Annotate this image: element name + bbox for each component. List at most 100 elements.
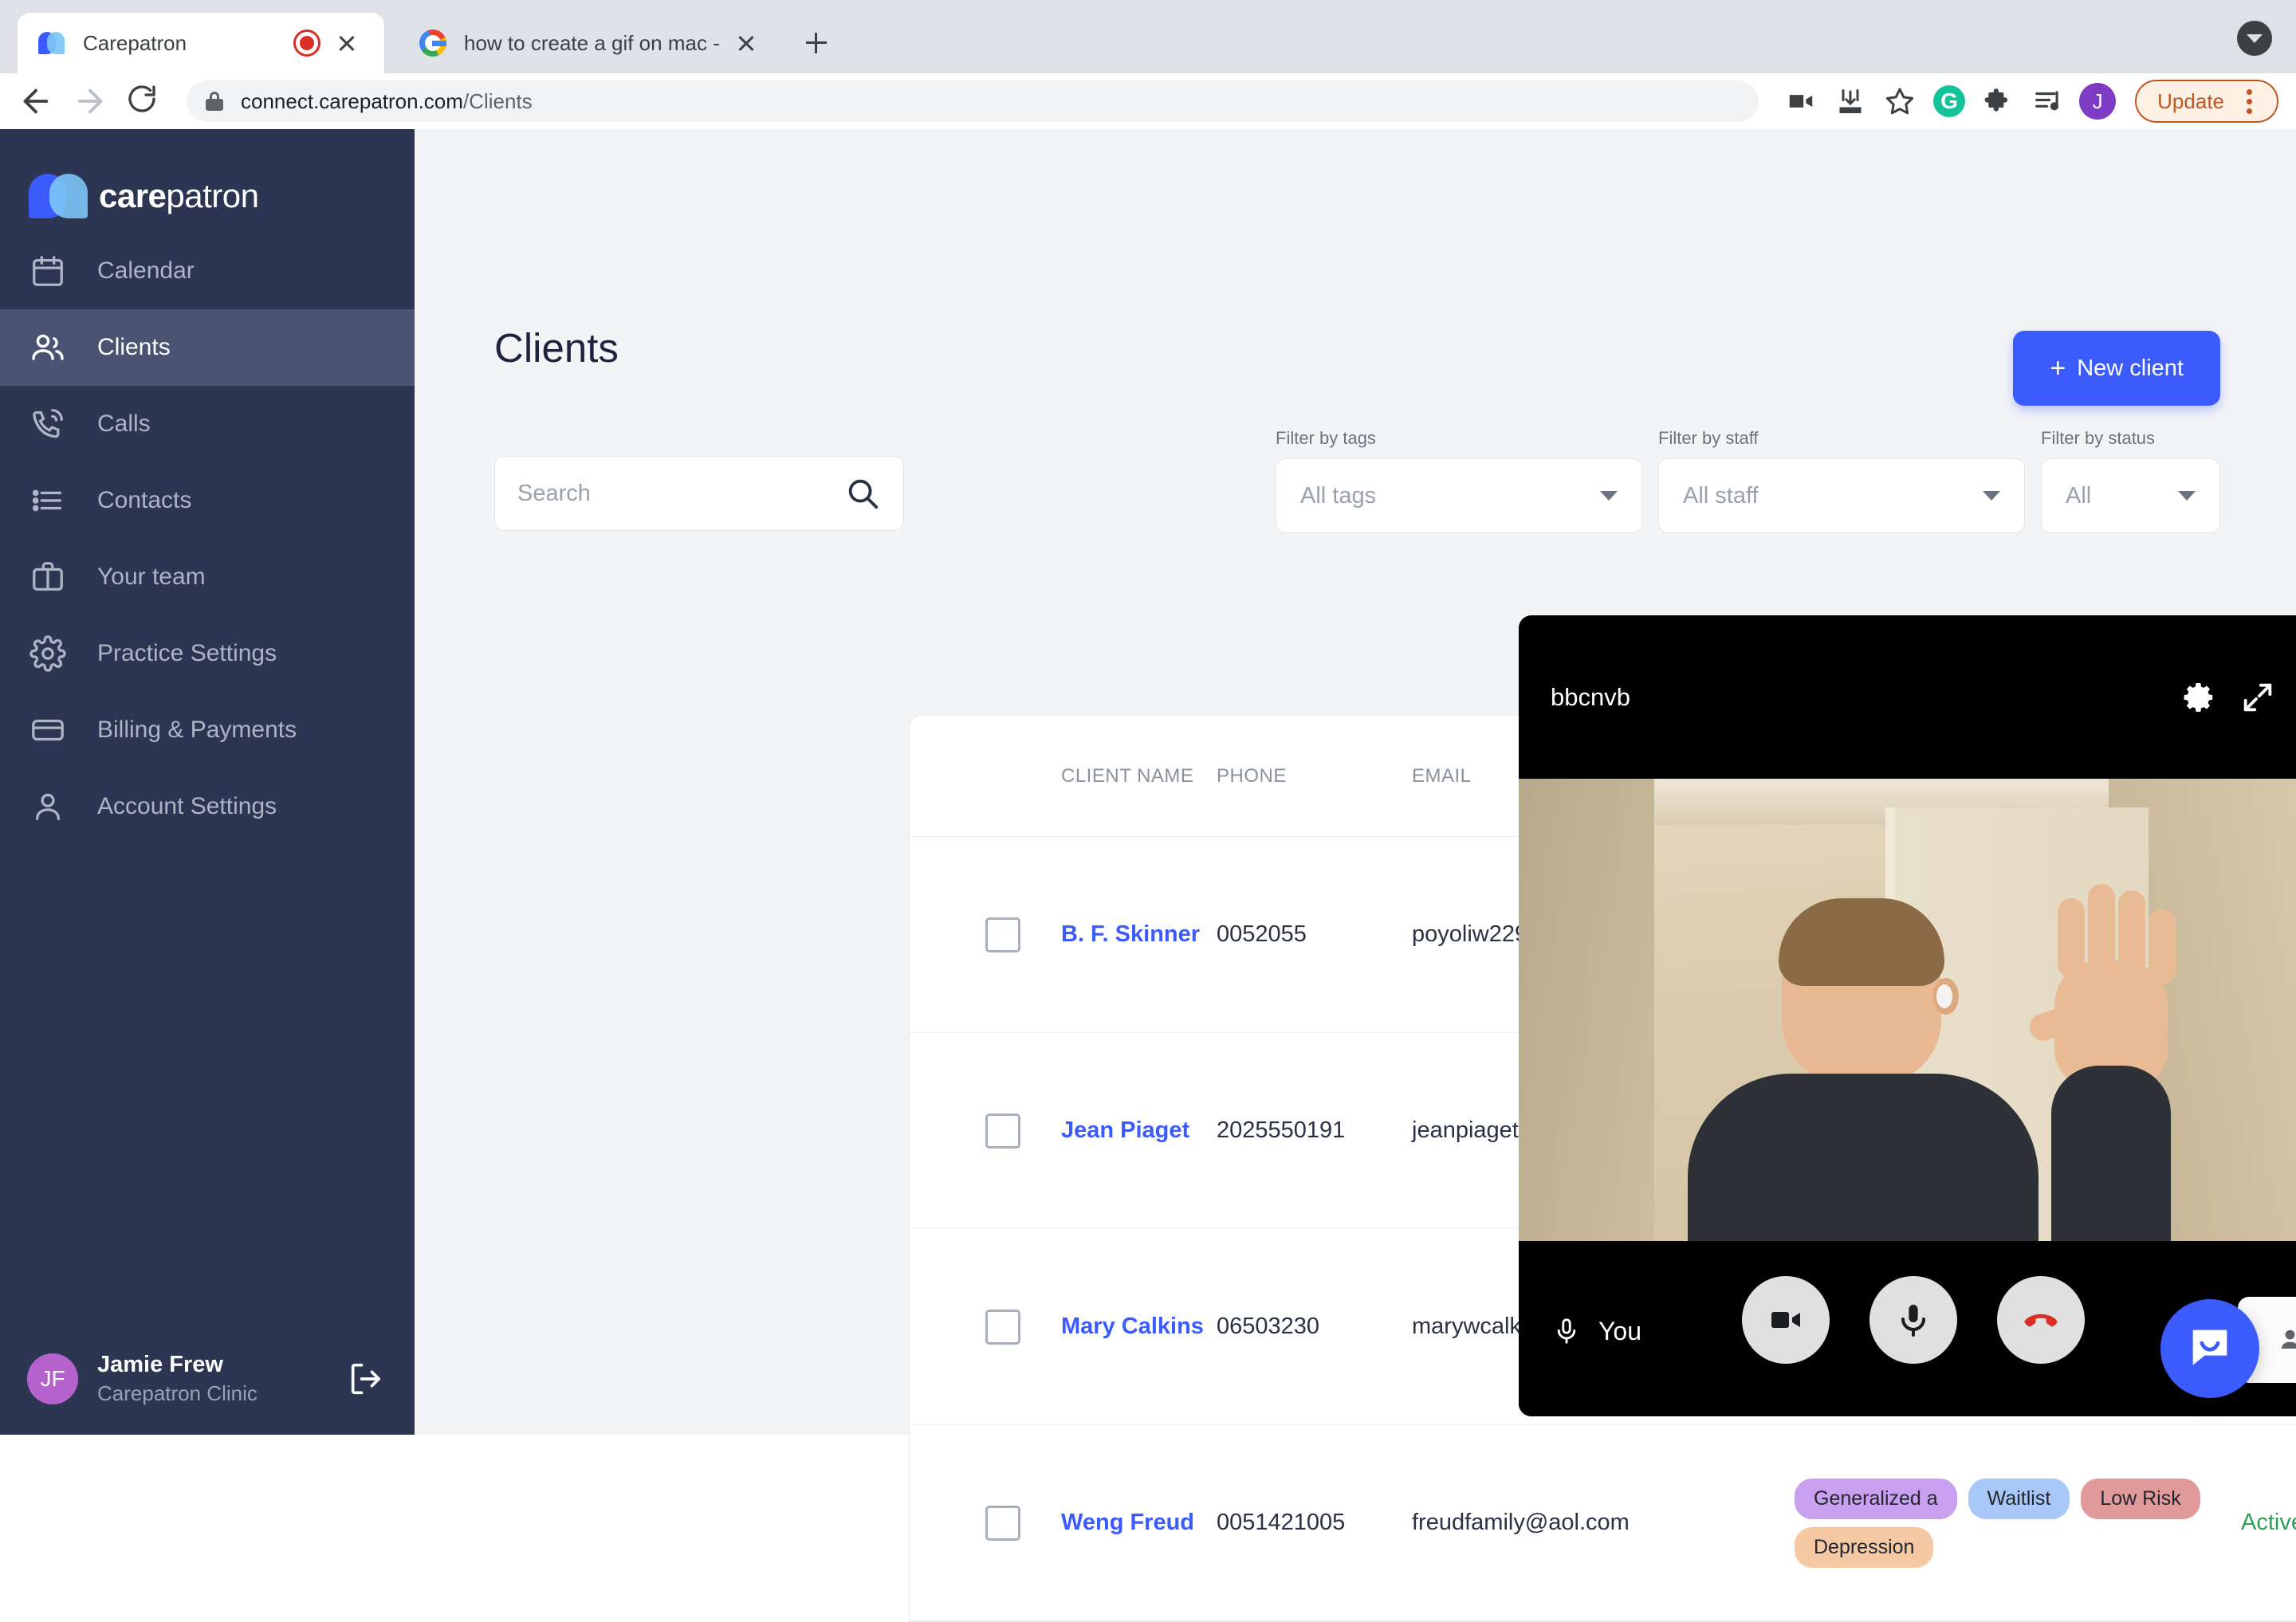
carepatron-logo-icon: [38, 29, 65, 57]
tag-chip[interactable]: Low Risk: [2081, 1478, 2200, 1519]
client-phone: 0051421005: [1217, 1510, 1346, 1535]
brand-text: carepatron: [99, 177, 259, 214]
reload-button[interactable]: [126, 83, 163, 120]
sidebar-item-clients[interactable]: Clients: [0, 309, 415, 386]
row-checkbox[interactable]: [985, 1505, 1020, 1541]
client-name-link[interactable]: Jean Piaget: [1061, 1115, 1189, 1146]
tag-chip[interactable]: Generalized a: [1795, 1478, 1957, 1519]
client-name-link[interactable]: Mary Calkins: [1061, 1311, 1204, 1342]
back-button[interactable]: [18, 83, 54, 120]
row-checkbox[interactable]: [985, 1309, 1020, 1345]
client-phone: 06503230: [1217, 1314, 1320, 1339]
self-label-text: You: [1598, 1316, 1641, 1345]
camera-toggle-button[interactable]: [1742, 1276, 1830, 1364]
update-label: Update: [2157, 88, 2224, 113]
page-title: Clients: [494, 325, 619, 371]
chat-bubble-icon: [2184, 1322, 2235, 1377]
filter-by-staff[interactable]: Filter by staff All staff: [1658, 428, 2025, 533]
add-client-button[interactable]: + New client: [2013, 331, 2220, 406]
profile-initial: J: [2079, 83, 2117, 120]
filter-value: All tags: [1300, 482, 1377, 509]
extensions-puzzle-icon[interactable]: [1974, 81, 2023, 122]
self-label: You: [1552, 1314, 1641, 1348]
sidebar-item-account-settings[interactable]: Account Settings: [0, 768, 415, 845]
filter-by-status[interactable]: Filter by status All: [2041, 428, 2220, 533]
chevron-down-icon[interactable]: [2178, 491, 2196, 501]
tag-list: Generalized a Waitlist Low Risk Depression: [1795, 1478, 2241, 1568]
filter-by-tags[interactable]: Filter by tags All tags: [1276, 428, 1642, 533]
sidebar-item-contacts[interactable]: Contacts: [0, 462, 415, 539]
sidebar-item-label: Contacts: [97, 487, 192, 513]
row-checkbox[interactable]: [985, 1113, 1020, 1149]
table-row[interactable]: Weng Freud 0051421005 freudfamily@aol.com G…: [910, 1425, 2296, 1621]
add-client-label: New client: [2077, 355, 2184, 381]
person-icon: [26, 784, 70, 829]
browser-tab-google-search[interactable]: how to create a gif on mac - G: [399, 13, 781, 73]
tag-chip[interactable]: Depression: [1795, 1526, 1934, 1568]
video-call-header: bbcnvb: [1519, 615, 2296, 779]
tab-recording-icon[interactable]: [293, 29, 320, 57]
tag-chip[interactable]: Waitlist: [1968, 1478, 2070, 1519]
profile-avatar[interactable]: J: [2073, 81, 2122, 122]
search-icon[interactable]: [844, 475, 881, 512]
browser-tab-carepatron[interactable]: Carepatron: [18, 13, 384, 73]
expand-icon[interactable]: [2239, 679, 2276, 716]
browser-menu-icon[interactable]: [2232, 88, 2266, 114]
chevron-down-icon[interactable]: [1983, 491, 2000, 501]
media-playlist-icon[interactable]: [2023, 81, 2073, 122]
sidebar-item-label: Your team: [97, 564, 206, 590]
filter-value: All: [2066, 482, 2092, 509]
list-icon: [26, 478, 70, 523]
people-icon: [2281, 1329, 2296, 1349]
sidebar-item-label: Practice Settings: [97, 640, 277, 666]
search-input[interactable]: Search: [494, 456, 904, 531]
intercom-chat-launcher[interactable]: [2160, 1299, 2259, 1398]
brand-logo[interactable]: carepatron: [0, 129, 415, 233]
people-icon: [26, 325, 70, 370]
column-header-phone[interactable]: PHONE: [1217, 765, 1287, 787]
video-feed: [1519, 779, 2296, 1241]
browser-toolbar: connect.carepatron.com/Clients G J Updat…: [0, 73, 2296, 129]
filter-label: Filter by staff: [1658, 428, 1759, 448]
video-call-panel[interactable]: bbcnvb You: [1519, 615, 2296, 1416]
logout-icon[interactable]: [346, 1358, 387, 1400]
sidebar-item-practice-settings[interactable]: Practice Settings: [0, 615, 415, 692]
close-icon[interactable]: [729, 26, 761, 60]
client-phone: 2025550191: [1217, 1117, 1346, 1143]
toolbar-icon-group: G J Update: [1776, 80, 2296, 123]
update-button[interactable]: Update: [2135, 80, 2278, 123]
new-tab-button[interactable]: [797, 24, 835, 62]
client-name-link[interactable]: B. F. Skinner: [1061, 919, 1200, 950]
sidebar-item-label: Calendar: [97, 257, 195, 284]
star-icon[interactable]: [1875, 81, 1924, 122]
video-camera-icon[interactable]: [1776, 81, 1826, 122]
tab-title: how to create a gif on mac - G: [464, 30, 721, 55]
download-icon[interactable]: [1826, 81, 1875, 122]
chevron-down-icon[interactable]: [2237, 21, 2272, 56]
filter-value: All staff: [1683, 482, 1759, 509]
column-header-client-name[interactable]: CLIENT NAME: [1061, 765, 1193, 787]
column-header-email[interactable]: EMAIL: [1412, 765, 1472, 787]
close-icon[interactable]: [330, 26, 364, 60]
sidebar-user-block[interactable]: JF Jamie Frew Carepatron Clinic: [0, 1352, 415, 1406]
grammarly-icon[interactable]: G: [1924, 81, 1974, 122]
sidebar-item-billing-payments[interactable]: Billing & Payments: [0, 692, 415, 768]
mic-toggle-button[interactable]: [1869, 1276, 1957, 1364]
client-name-link[interactable]: Weng Freud: [1061, 1507, 1194, 1538]
sidebar-item-calendar[interactable]: Calendar: [0, 233, 415, 309]
chevron-down-icon[interactable]: [1600, 491, 1618, 501]
video-call-title: bbcnvb: [1551, 682, 1630, 711]
gear-icon[interactable]: [2180, 679, 2217, 716]
filter-label: Filter by status: [2041, 428, 2156, 448]
address-bar[interactable]: connect.carepatron.com/Clients: [187, 81, 1759, 122]
gear-icon: [26, 631, 70, 676]
sidebar-item-calls[interactable]: Calls: [0, 386, 415, 462]
row-checkbox[interactable]: [985, 917, 1020, 952]
sidebar-item-your-team[interactable]: Your team: [0, 539, 415, 615]
search-placeholder: Search: [517, 480, 591, 506]
google-g-icon: [419, 29, 446, 57]
end-call-button[interactable]: [1997, 1276, 2085, 1364]
forward-button[interactable]: [72, 83, 108, 120]
sidebar-item-label: Account Settings: [97, 793, 277, 819]
plus-icon: +: [2050, 352, 2066, 383]
